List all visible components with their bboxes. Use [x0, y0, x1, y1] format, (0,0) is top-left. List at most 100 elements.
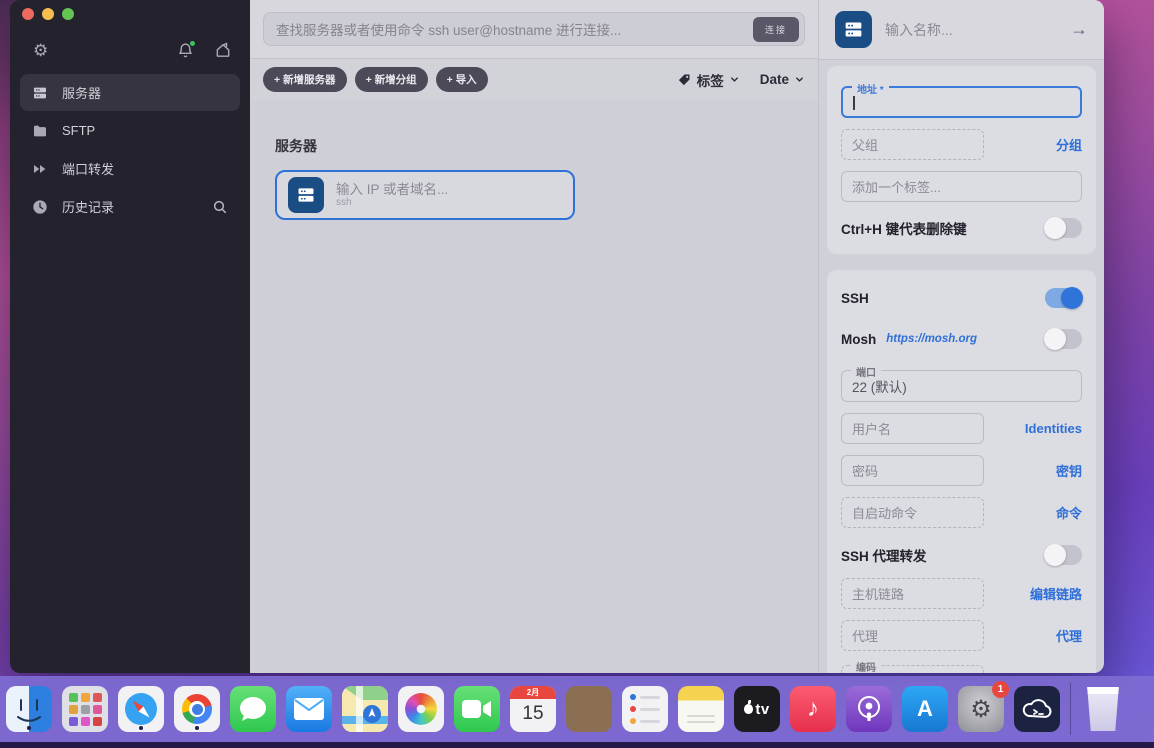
minimize-button[interactable] [42, 8, 54, 20]
group-link[interactable]: 分组 [1056, 135, 1082, 154]
panel-header: 输入名称... → [819, 0, 1104, 60]
import-button[interactable]: + 导入 [435, 67, 488, 92]
username-input[interactable]: 用户名 [841, 413, 984, 444]
host-edit-panel: 输入名称... → 地址 * 父组 分组 添加一个标签... Ctrl+H 键代… [818, 0, 1104, 673]
dock-appstore-icon[interactable]: A [902, 686, 948, 732]
close-button[interactable] [22, 8, 34, 20]
sidebar-item-sftp[interactable]: SFTP [20, 112, 240, 149]
history-icon [32, 199, 48, 215]
dock-photos-icon[interactable] [398, 686, 444, 732]
desktop: { "colors": { "accent_blue": "#2e71d8", … [0, 0, 1154, 748]
search-placeholder: 查找服务器或者使用命令 ssh user@hostname 进行连接... [276, 23, 622, 38]
mosh-label: Mosh [841, 331, 877, 347]
edit-chain-link[interactable]: 编辑链路 [1030, 584, 1082, 603]
new-group-button[interactable]: + 新增分组 [354, 67, 428, 92]
settings-gear-icon[interactable]: ⚙ [33, 42, 48, 59]
zoom-button[interactable] [62, 8, 74, 20]
dock-contacts-icon[interactable] [566, 686, 612, 732]
dock-maps-icon[interactable] [342, 686, 388, 732]
dock-finder-icon[interactable] [6, 686, 52, 732]
server-list: 服务器 输入 IP 或者域名... ssh [250, 100, 818, 673]
ctrl-h-toggle[interactable] [1044, 217, 1082, 239]
dock-reminders-icon[interactable] [622, 686, 668, 732]
dock-trash-icon[interactable] [1087, 687, 1119, 731]
port-forward-icon [32, 161, 48, 177]
sidebar-item-label: 服务器 [62, 86, 102, 101]
section-title: 服务器 [275, 138, 317, 154]
port-value: 22 (默认) [852, 380, 907, 395]
window-controls [10, 8, 250, 20]
address-input[interactable]: 地址 * [841, 81, 1082, 118]
connection-section: SSH Mosh https://mosh.org 端口 22 (默认) 用户名… [827, 270, 1096, 673]
dock-mail-icon[interactable] [286, 686, 332, 732]
new-host-card[interactable]: 输入 IP 或者域名... ssh [275, 170, 575, 220]
command-link[interactable]: 命令 [1056, 503, 1082, 522]
sidebar-nav: 服务器 SFTP 端口转发 历史记录 [10, 74, 250, 225]
panel-body: 地址 * 父组 分组 添加一个标签... Ctrl+H 键代表删除键 SSH M… [819, 60, 1104, 673]
proxy-link[interactable]: 代理 [1056, 626, 1082, 645]
gear-icon: ⚙ [970, 695, 992, 723]
chevron-down-icon [796, 77, 803, 82]
dock-podcasts-icon[interactable] [846, 686, 892, 732]
dock-chrome-icon[interactable] [174, 686, 220, 732]
dock-calendar-icon[interactable]: 2月 15 [510, 686, 556, 732]
encoding-input[interactable]: 编码 UTF-8 (默认) [841, 659, 984, 673]
music-note-icon: ♪ [807, 695, 819, 722]
ssh-label: SSH [841, 290, 869, 306]
mosh-toggle[interactable] [1044, 328, 1082, 350]
dock-divider [1070, 683, 1071, 735]
dock-music-icon[interactable]: ♪ [790, 686, 836, 732]
notification-badge-dot [189, 39, 196, 47]
sidebar-item-history[interactable]: 历史记录 [20, 188, 240, 225]
new-server-button[interactable]: + 新增服务器 [263, 67, 347, 92]
host-chain-input[interactable]: 主机链路 [841, 578, 984, 609]
dock: 2月 15 tv ♪ A ⚙ 1 [0, 676, 1154, 742]
date-filter-dropdown[interactable]: Date [760, 72, 805, 87]
search-row: 查找服务器或者使用命令 ssh user@hostname 进行连接... 连接 [250, 0, 818, 59]
identities-link[interactable]: Identities [1025, 421, 1082, 436]
name-input[interactable]: 输入名称... [885, 20, 1057, 40]
screen-bottom-edge [0, 742, 1154, 748]
encoding-link[interactable]: 编码 [1056, 672, 1082, 674]
dock-settings-icon[interactable]: ⚙ 1 [958, 681, 1009, 732]
dock-facetime-icon[interactable] [454, 686, 500, 732]
sidebar-item-servers[interactable]: 服务器 [20, 74, 240, 111]
calendar-month: 2月 [510, 686, 556, 699]
dock-safari-icon[interactable] [118, 686, 164, 732]
tag-filter-dropdown[interactable]: 标签 [677, 70, 740, 90]
mosh-link[interactable]: https://mosh.org [886, 333, 977, 345]
sidebar-item-label: SFTP [62, 123, 96, 138]
parent-group-input[interactable]: 父组 [841, 129, 984, 160]
dock-launchpad-icon[interactable] [62, 686, 108, 732]
proxy-input[interactable]: 代理 [841, 620, 984, 651]
dock-notes-icon[interactable] [678, 686, 724, 732]
connect-button[interactable]: 连接 [752, 16, 799, 42]
agent-forwarding-label: SSH 代理转发 [841, 549, 927, 564]
host-protocol: ssh [336, 196, 352, 208]
port-input[interactable]: 端口 22 (默认) [841, 364, 1082, 402]
key-link[interactable]: 密钥 [1056, 461, 1082, 480]
search-icon[interactable] [212, 199, 228, 215]
toolbar: + 新增服务器 + 新增分组 + 导入 标签 Date [250, 59, 818, 100]
startup-command-input[interactable]: 自启动命令 [841, 497, 984, 528]
dock-termius-icon[interactable] [1014, 686, 1060, 732]
password-input[interactable]: 密码 [841, 455, 984, 486]
notifications-bell-icon[interactable] [177, 39, 196, 59]
submit-arrow-icon[interactable]: → [1070, 19, 1088, 40]
sidebar-item-label: 端口转发 [62, 162, 115, 177]
home-icon[interactable] [214, 42, 232, 59]
port-label: 端口 [851, 364, 881, 379]
calendar-day: 15 [522, 703, 544, 724]
folder-icon [32, 123, 48, 139]
sidebar-item-port-forwarding[interactable]: 端口转发 [20, 150, 240, 187]
main-area: 查找服务器或者使用命令 ssh user@hostname 进行连接... 连接… [250, 0, 818, 673]
dock-appletv-icon[interactable]: tv [734, 686, 780, 732]
agent-forwarding-toggle[interactable] [1044, 544, 1082, 566]
search-input[interactable]: 查找服务器或者使用命令 ssh user@hostname 进行连接... 连接 [263, 12, 805, 46]
ssh-toggle[interactable] [1045, 287, 1083, 309]
settings-badge: 1 [992, 681, 1009, 698]
appletv-label: tv [755, 700, 770, 718]
dock-messages-icon[interactable] [230, 686, 276, 732]
tag-input[interactable]: 添加一个标签... [841, 171, 1082, 202]
address-label: 地址 * [852, 81, 889, 96]
